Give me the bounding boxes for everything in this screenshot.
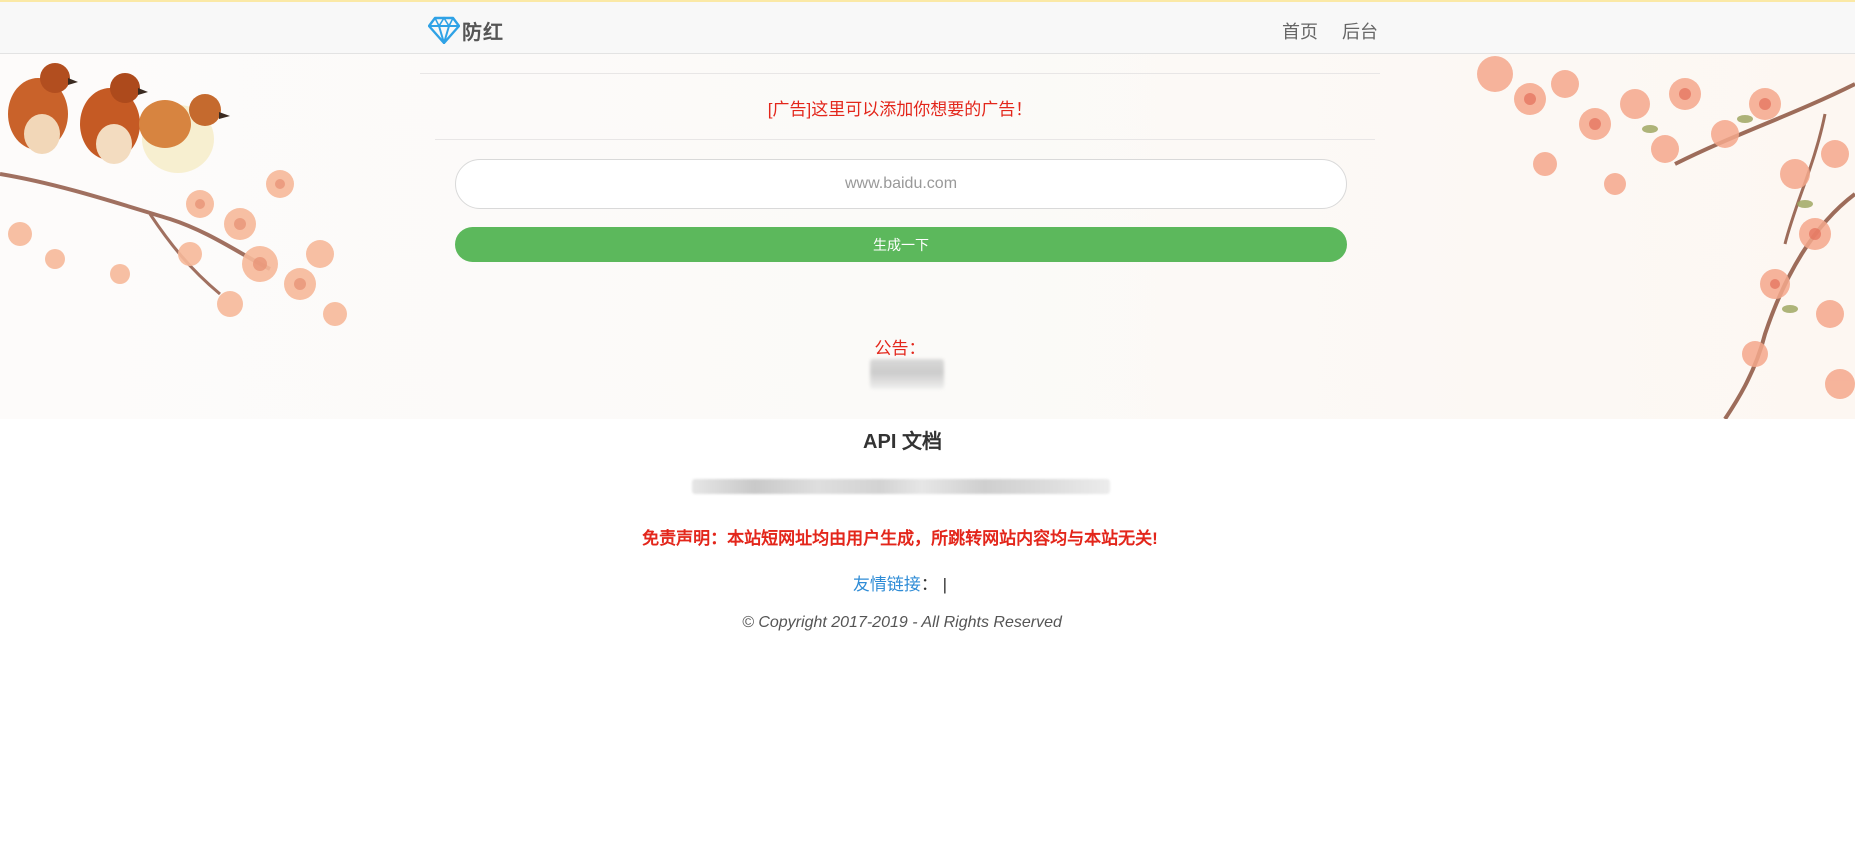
hero-banner: [广告]这里可以添加你想要的广告！ 生成一下 公告： [0,54,1855,419]
diamond-icon [428,16,460,44]
ad-divider-top [420,73,1380,74]
friend-links: 友情链接： | [700,570,1100,595]
disclaimer-text: 免责声明：本站短网址均由用户生成，所跳转网站内容均与本站无关! [642,529,1158,548]
nav-admin-link[interactable]: 后台 [1342,18,1378,44]
ad-divider-bottom [435,139,1375,140]
friend-links-label[interactable]: 友情链接 [853,575,921,594]
notice-content-blurred [870,359,944,389]
notice-label: 公告： [874,339,926,358]
api-docs-content-blurred [692,479,1110,494]
nav-home-link[interactable]: 首页 [1282,18,1318,44]
friend-links-separator: ： | [920,575,948,594]
sparrows-decoration-image [0,63,347,326]
url-input[interactable] [455,159,1347,209]
brand-logo[interactable]: 防红 [428,14,504,46]
brand-text: 防红 [462,21,504,44]
top-navbar: 防红 首页 后台 [0,0,1855,54]
copyright-text: © Copyright 2017-2019 - All Rights Reser… [742,614,1062,631]
blossom-branch-decoration-image [1477,56,1855,419]
ad-banner-text[interactable]: [广告]这里可以添加你想要的广告！ [420,95,1380,120]
nav-links: 首页 后台 [1282,18,1402,44]
api-docs-title: API 文档 [863,431,942,453]
generate-button[interactable]: 生成一下 [455,227,1347,262]
